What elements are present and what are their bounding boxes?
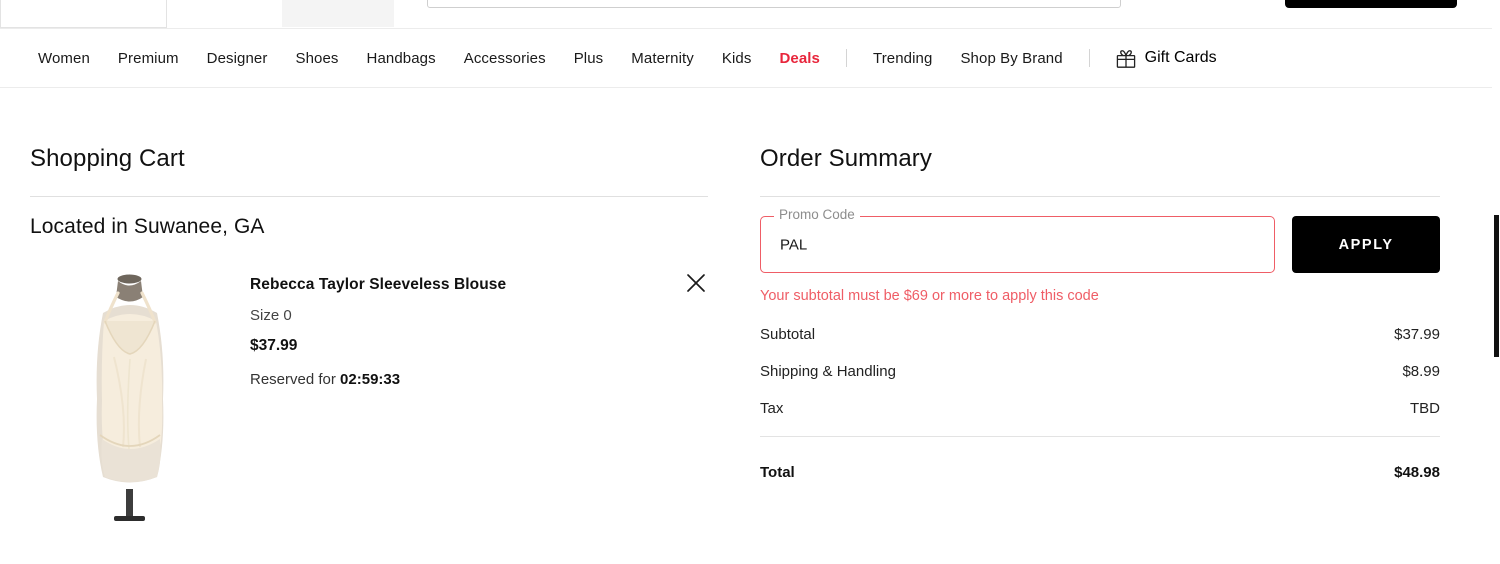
nav-item-handbags[interactable]: Handbags — [353, 51, 450, 66]
nav-item-kids[interactable]: Kids — [708, 51, 766, 66]
summary-row-tax: Tax TBD — [760, 400, 1440, 417]
nav-item-maternity[interactable]: Maternity — [617, 51, 708, 66]
promo-code-input[interactable] — [780, 236, 1250, 253]
apply-promo-button[interactable]: APPLY — [1292, 216, 1440, 273]
header-gray-panel[interactable] — [282, 0, 394, 27]
header-cta-button[interactable] — [1285, 0, 1457, 8]
summary-lines: Subtotal $37.99 Shipping & Handling $8.9… — [760, 326, 1440, 417]
product-image-svg — [96, 274, 164, 521]
header-left-panel[interactable] — [0, 0, 167, 28]
page-title: Shopping Cart — [30, 145, 185, 172]
total-label: Total — [760, 464, 795, 481]
shopping-cart-section: Shopping Cart Located in Suwanee, GA Reb… — [30, 89, 708, 521]
scrollbar-thumb[interactable] — [1494, 215, 1499, 357]
product-details: Rebecca Taylor Sleeveless Blouse Size 0 … — [230, 261, 506, 521]
product-price: $37.99 — [250, 337, 298, 354]
nav-item-women[interactable]: Women — [24, 51, 104, 66]
promo-code-field[interactable]: Promo Code — [760, 208, 1276, 273]
tax-label: Tax — [760, 400, 784, 417]
total-divider — [760, 436, 1440, 437]
primary-navigation: Women Premium Designer Shoes Handbags Ac… — [0, 28, 1500, 88]
site-header-partial — [0, 0, 1500, 28]
order-summary-divider — [760, 196, 1440, 197]
promo-error-message: Your subtotal must be $69 or more to app… — [760, 288, 1099, 304]
shipping-label: Shipping & Handling — [760, 363, 896, 380]
cart-item: Rebecca Taylor Sleeveless Blouse Size 0 … — [30, 261, 708, 521]
search-input[interactable] — [427, 0, 1121, 8]
nav-item-accessories[interactable]: Accessories — [450, 51, 560, 66]
promo-code-row: Promo Code APPLY — [760, 208, 1440, 273]
remove-item-button[interactable] — [682, 270, 710, 298]
shipping-value: $8.99 — [1402, 363, 1440, 380]
nav-item-plus[interactable]: Plus — [560, 51, 618, 66]
page-scrollbar[interactable] — [1492, 0, 1500, 564]
nav-items: Women Premium Designer Shoes Handbags Ac… — [0, 49, 1231, 68]
product-size: Size 0 — [250, 307, 292, 324]
reserved-countdown: 02:59:33 — [340, 371, 401, 388]
gift-icon — [1116, 49, 1136, 68]
order-summary-title: Order Summary — [760, 145, 932, 172]
order-summary-section: Order Summary Promo Code APPLY Your subt… — [760, 89, 1440, 481]
nav-item-gift-cards[interactable]: Gift Cards — [1102, 49, 1231, 68]
summary-row-shipping: Shipping & Handling $8.99 — [760, 363, 1440, 380]
nav-item-deals[interactable]: Deals — [765, 51, 834, 66]
product-title[interactable]: Rebecca Taylor Sleeveless Blouse — [250, 276, 506, 294]
total-value: $48.98 — [1394, 464, 1440, 481]
nav-item-premium[interactable]: Premium — [104, 51, 193, 66]
promo-code-label: Promo Code — [774, 208, 860, 222]
nav-item-trending[interactable]: Trending — [859, 51, 946, 66]
tax-value: TBD — [1410, 400, 1440, 417]
gift-cards-label: Gift Cards — [1144, 49, 1217, 66]
nav-divider-1 — [846, 49, 847, 67]
nav-item-shop-by-brand[interactable]: Shop By Brand — [946, 51, 1076, 66]
reserved-prefix: Reserved for — [250, 371, 341, 388]
cart-title-divider — [30, 196, 708, 197]
summary-row-subtotal: Subtotal $37.99 — [760, 326, 1440, 343]
subtotal-value: $37.99 — [1394, 326, 1440, 343]
main-content: Shopping Cart Located in Suwanee, GA Reb… — [0, 89, 1500, 564]
summary-row-total: Total $48.98 — [760, 464, 1440, 481]
nav-divider-2 — [1088, 49, 1090, 67]
nav-item-designer[interactable]: Designer — [193, 51, 282, 66]
page-root: Women Premium Designer Shoes Handbags Ac… — [0, 0, 1500, 564]
cart-location: Located in Suwanee, GA — [30, 215, 265, 238]
subtotal-label: Subtotal — [760, 326, 816, 343]
product-image[interactable] — [30, 261, 230, 521]
close-icon — [685, 272, 707, 297]
nav-item-shoes[interactable]: Shoes — [281, 51, 352, 66]
reservation-timer: Reserved for 02:59:33 — [250, 371, 506, 388]
